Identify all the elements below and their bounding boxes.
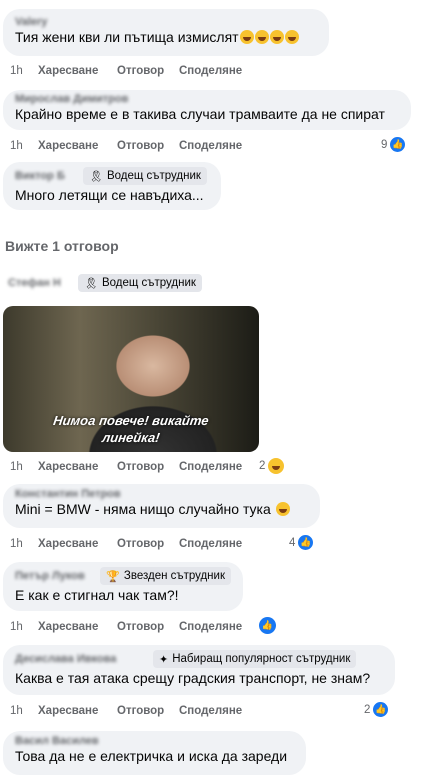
- author-row: Стефан Н 🎗 Водещ сътрудник: [8, 274, 202, 292]
- like-button[interactable]: Харесване: [38, 621, 117, 633]
- comment-bubble-8: Васил Василев Това да не е електричка и …: [3, 731, 306, 775]
- like-button[interactable]: Харесване: [38, 461, 117, 473]
- comment-bubble-3: Виктор Б 🎗 Водещ сътрудник Много летящи с…: [3, 162, 221, 210]
- comment-text: Mini = BMW - няма нищо случайно тука: [15, 500, 308, 518]
- badge-label: Водещ сътрудник: [101, 277, 196, 289]
- share-button[interactable]: Споделяне: [179, 461, 242, 473]
- reply-button[interactable]: Отговор: [117, 621, 179, 633]
- reaction-number: 9: [381, 138, 388, 151]
- reply-button[interactable]: Отговор: [117, 538, 179, 550]
- author-row: Виктор Б 🎗 Водещ сътрудник: [15, 166, 209, 186]
- haha-emoji-icon: [239, 30, 254, 44]
- reaction-count[interactable]: 4 👍: [289, 535, 314, 550]
- comment-actions: 1h Харесване Отговор Споделяне: [10, 461, 242, 473]
- like-button[interactable]: Харесване: [38, 705, 117, 717]
- ribbon-icon: 🎗: [84, 277, 98, 290]
- comment-text: Много летящи се навъдиха...: [15, 187, 204, 203]
- like-button[interactable]: Харесване: [38, 140, 117, 152]
- comment-text: Това да не е електричка и иска да зареди: [15, 748, 288, 764]
- comment-author[interactable]: Виктор Б: [15, 170, 77, 182]
- comment-actions: 1h Харесване Отговор Споделяне: [10, 65, 242, 77]
- timestamp[interactable]: 1h: [10, 140, 38, 152]
- sparkle-icon: ✦: [159, 653, 169, 666]
- gif-caption: Нимоа повече! викайте линейка!: [3, 412, 259, 446]
- thumbs-up-icon: 👍: [373, 702, 389, 717]
- comment-text: Каква е тая атака срещу градския транспо…: [15, 670, 371, 686]
- view-replies-link[interactable]: Вижте 1 отговор: [5, 238, 119, 254]
- rofl-emoji-icon: [284, 30, 299, 44]
- comment-author[interactable]: Стефан Н: [8, 277, 70, 289]
- timestamp[interactable]: 1h: [10, 538, 38, 550]
- badge-label: Набиращ популярност сътрудник: [172, 653, 351, 665]
- badge-label: Водещ сътрудник: [106, 170, 201, 182]
- share-button[interactable]: Споделяне: [179, 621, 242, 633]
- thumbs-up-icon: 👍: [390, 137, 406, 152]
- comment-text: Тия жени кви ли пътища измислят: [15, 28, 317, 46]
- badge-lead-contributor: 🎗 Водещ сътрудник: [78, 274, 202, 292]
- comment-author[interactable]: Петър Луков: [15, 570, 94, 582]
- comment-actions: 1h Харесване Отговор Споделяне: [10, 538, 242, 550]
- comment-text: Е как е стигнал чак там?!: [15, 587, 179, 603]
- reaction-count[interactable]: 2: [259, 458, 285, 474]
- haha-emoji-icon: [269, 30, 284, 44]
- comment-author[interactable]: Десислава Ивкова: [15, 653, 147, 665]
- badge-label: Звезден сътрудник: [123, 570, 225, 582]
- gif-caption-line-1: Нимоа повече! викайте: [52, 413, 210, 428]
- timestamp[interactable]: 1h: [10, 65, 38, 77]
- comment-author[interactable]: Valery: [15, 16, 317, 28]
- badge-rising-contributor: ✦ Набиращ популярност сътрудник: [153, 650, 357, 668]
- share-button[interactable]: Споделяне: [179, 705, 242, 717]
- reply-button[interactable]: Отговор: [117, 461, 179, 473]
- reaction-count[interactable]: 2 👍: [364, 702, 389, 717]
- haha-emoji-icon: [268, 458, 285, 474]
- thumbs-up-icon: 👍: [259, 617, 276, 634]
- share-button[interactable]: Споделяне: [179, 140, 242, 152]
- share-button[interactable]: Споделяне: [179, 65, 242, 77]
- timestamp[interactable]: 1h: [10, 621, 38, 633]
- like-button[interactable]: Харесване: [38, 65, 117, 77]
- comment-actions: 1h Харесване Отговор Споделяне: [10, 705, 242, 717]
- ribbon-icon: 🎗: [89, 170, 103, 183]
- reaction-number: 4: [289, 536, 296, 549]
- comment-bubble-7: Десислава Ивкова ✦ Набиращ популярност съ…: [3, 645, 395, 695]
- comment-author[interactable]: Васил Василев: [15, 735, 294, 747]
- reply-button[interactable]: Отговор: [117, 705, 179, 717]
- comment-text: Крайно време е в такива случаи трамваите…: [15, 106, 385, 122]
- comment-actions: 1h Харесване Отговор Споделяне: [10, 621, 242, 633]
- share-button[interactable]: Споделяне: [179, 538, 242, 550]
- reaction-count[interactable]: 👍: [259, 617, 276, 634]
- reply-button[interactable]: Отговор: [117, 140, 179, 152]
- trophy-icon: 🏆: [106, 570, 120, 583]
- gif-caption-line-2: линейка!: [101, 430, 161, 445]
- comment-bubble-5: Константин Петров Mini = BMW - няма нищо…: [3, 484, 320, 528]
- author-row: Петър Луков 🏆 Звезден сътрудник: [15, 566, 231, 586]
- comment-bubble-1: Valery Тия жени кви ли пътища измислят: [3, 9, 329, 56]
- comment-bubble-6: Петър Луков 🏆 Звезден сътрудник Е как е с…: [3, 562, 243, 611]
- haha-emoji-icon: [254, 30, 269, 44]
- comment-author[interactable]: Мирослав Димитров: [15, 93, 399, 105]
- reply-button[interactable]: Отговор: [117, 65, 179, 77]
- gif-image[interactable]: Нимоа повече! викайте линейка!: [3, 306, 259, 452]
- rofl-emoji-icon: [275, 502, 290, 516]
- comment-bubble-2: Мирослав Димитров Крайно време е в такив…: [3, 90, 411, 130]
- comment-actions: 1h Харесване Отговор Споделяне: [10, 140, 242, 152]
- badge-star-contributor: 🏆 Звезден сътрудник: [100, 567, 231, 585]
- reaction-number: 2: [364, 703, 371, 716]
- comment-author[interactable]: Константин Петров: [15, 488, 308, 500]
- thumbs-up-icon: 👍: [298, 535, 314, 550]
- timestamp[interactable]: 1h: [10, 705, 38, 717]
- like-button[interactable]: Харесване: [38, 538, 117, 550]
- author-row: Десислава Ивкова ✦ Набиращ популярност съ…: [15, 649, 383, 669]
- reaction-count[interactable]: 9 👍: [381, 137, 406, 152]
- reaction-number: 2: [259, 460, 266, 472]
- timestamp[interactable]: 1h: [10, 461, 38, 473]
- badge-lead-contributor: 🎗 Водещ сътрудник: [83, 167, 207, 185]
